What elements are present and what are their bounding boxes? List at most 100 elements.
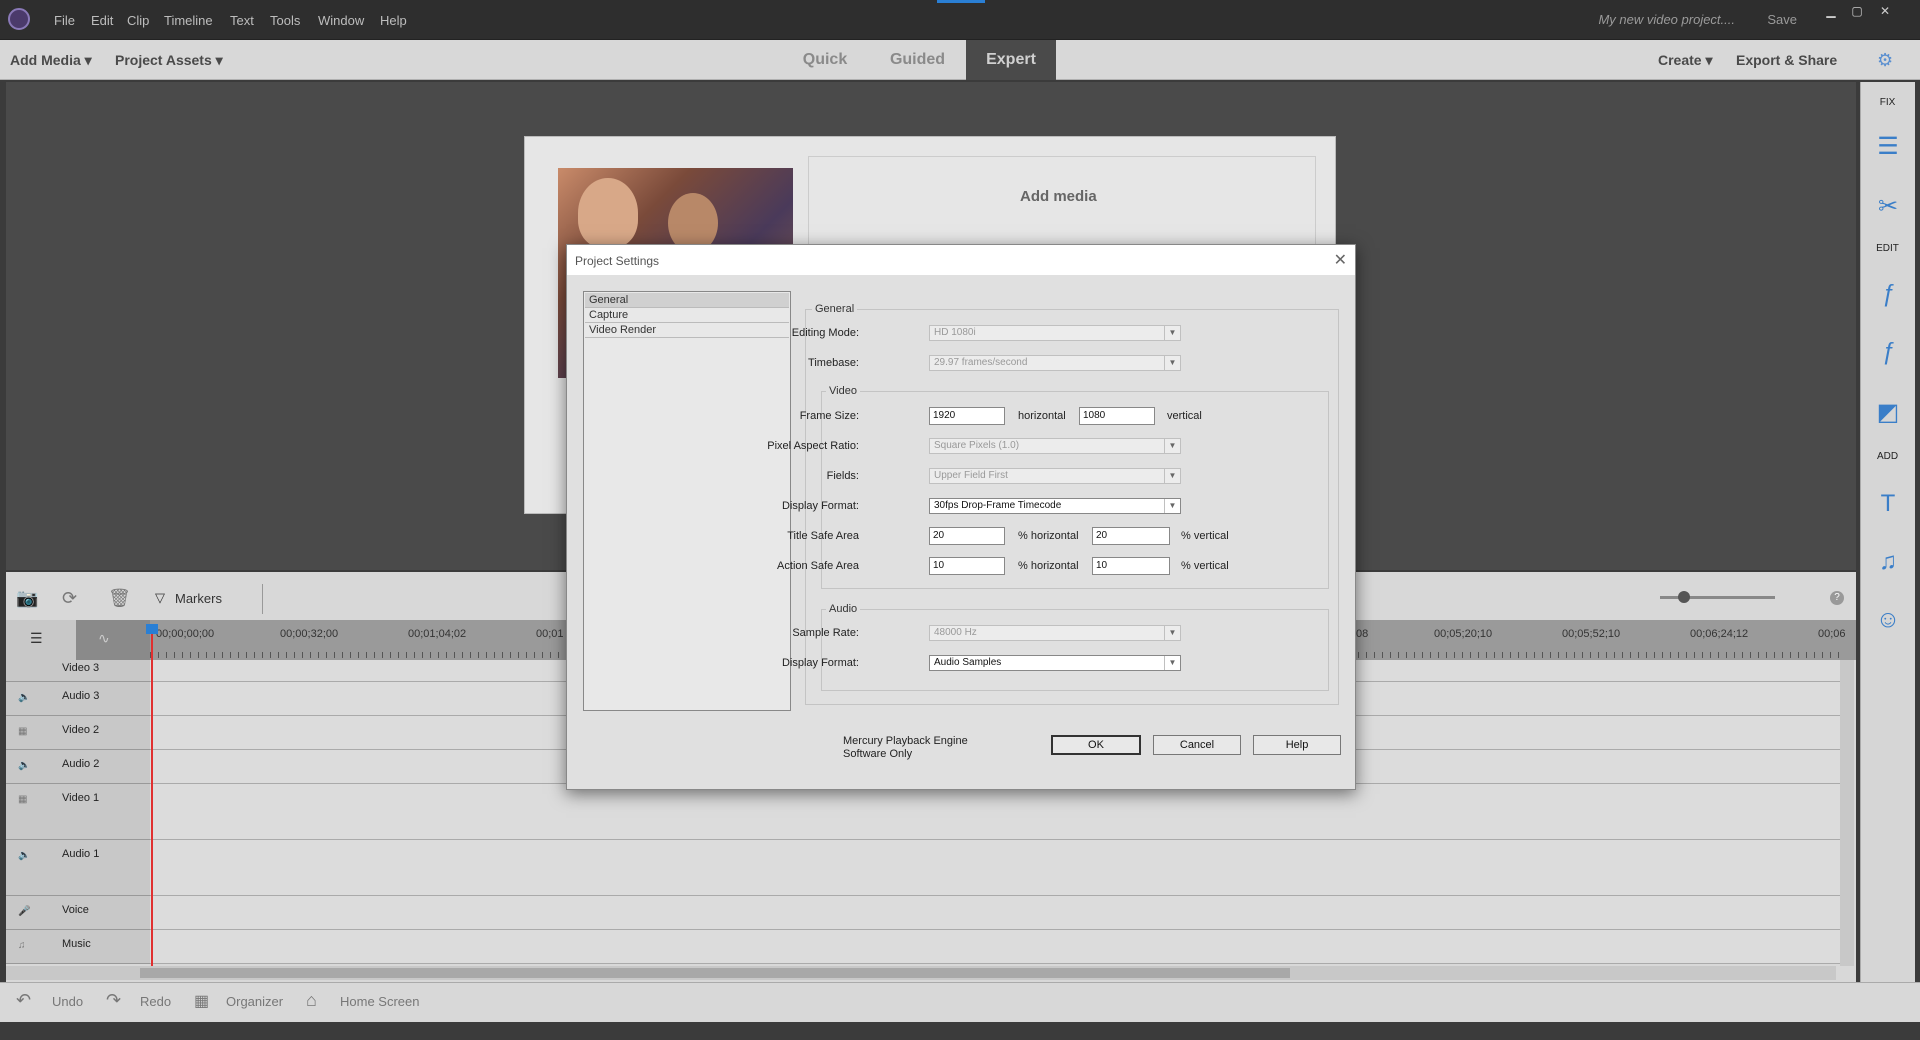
organizer-button[interactable]: Organizer	[226, 994, 283, 1009]
vertical-label: vertical	[1167, 410, 1202, 422]
playhead-handle[interactable]	[146, 624, 158, 634]
dialog-close-icon[interactable]: ✕	[1334, 250, 1347, 270]
help-icon[interactable]: ?	[1830, 591, 1844, 605]
save-button[interactable]: Save	[1767, 12, 1797, 27]
track-voice[interactable]	[150, 896, 1840, 930]
audio-display-format-dropdown[interactable]: Audio Samples ▼	[929, 655, 1181, 671]
track-audio1[interactable]	[150, 840, 1840, 896]
marker-icon: ▽	[155, 590, 165, 605]
chevron-down-icon: ▼	[1164, 499, 1180, 513]
undo-icon[interactable]: ↶	[16, 990, 31, 1011]
ruler-tick: 00;00;00;00	[156, 628, 215, 640]
create-button[interactable]: Create ▾	[1658, 52, 1713, 69]
adjust-sliders-icon[interactable]: ☰	[1874, 132, 1902, 160]
effects-icon[interactable]: ƒ	[1874, 338, 1902, 366]
redo-button[interactable]: Redo	[140, 994, 171, 1009]
title-safe-horizontal-input[interactable]: 20	[929, 527, 1005, 545]
menu-window[interactable]: Window	[318, 13, 364, 28]
action-safe-vertical-input[interactable]: 10	[1092, 557, 1170, 575]
video-display-format-dropdown[interactable]: 30fps Drop-Frame Timecode ▼	[929, 498, 1181, 514]
scrollbar-thumb[interactable]	[140, 968, 1290, 978]
track-video1[interactable]	[150, 784, 1840, 840]
help-button[interactable]: Help	[1253, 735, 1341, 755]
rotate-icon[interactable]: ⟳	[62, 588, 77, 609]
title-safe-vertical-input[interactable]: 20	[1092, 527, 1170, 545]
markers-dropdown[interactable]: Markers	[175, 591, 222, 606]
action-safe-horizontal-input[interactable]: 10	[929, 557, 1005, 575]
toolbar-divider	[262, 584, 263, 614]
track-music[interactable]	[150, 930, 1840, 964]
graphics-icon[interactable]: ☺	[1874, 606, 1902, 634]
maximize-button[interactable]: ▢	[1846, 3, 1868, 19]
menu-help[interactable]: Help	[380, 13, 407, 28]
menu-tools[interactable]: Tools	[270, 13, 300, 28]
trash-icon[interactable]: 🗑	[108, 588, 131, 609]
transitions-icon[interactable]: ◩	[1874, 398, 1902, 426]
titles-icon[interactable]: T	[1874, 490, 1902, 518]
frame-size-label: Frame Size:	[799, 410, 859, 422]
minimize-button[interactable]: ▁	[1820, 3, 1842, 19]
playhead[interactable]	[151, 628, 153, 968]
editing-mode-dropdown[interactable]: HD 1080i ▼	[929, 325, 1181, 341]
track-header-audio3[interactable]: 🔈 Audio 3	[6, 682, 150, 716]
audio-group-label: Audio	[826, 603, 861, 615]
film-icon: ▦	[18, 726, 28, 737]
dialog-titlebar	[567, 245, 1355, 275]
fields-dropdown[interactable]: Upper Field First ▼	[929, 468, 1181, 484]
track-header-video3[interactable]: Video 3	[6, 660, 150, 682]
track-options-icon[interactable]: ☰	[30, 630, 43, 647]
pct-vertical-label: % vertical	[1181, 560, 1229, 572]
dialog-title: Project Settings	[575, 254, 660, 268]
audio-waveform-toggle[interactable]	[76, 620, 150, 660]
export-share-button[interactable]: Export & Share	[1736, 52, 1837, 68]
add-media-label: Add Media	[10, 52, 81, 68]
ruler-tick: 00;05;52;10	[1562, 628, 1621, 640]
ok-button[interactable]: OK	[1051, 735, 1141, 755]
nav-item-general[interactable]: General	[585, 293, 789, 308]
app-logo-icon[interactable]	[8, 8, 30, 30]
cancel-button[interactable]: Cancel	[1153, 735, 1241, 755]
menu-clip[interactable]: Clip	[127, 13, 149, 28]
zoom-slider-handle[interactable]	[1678, 591, 1690, 603]
speaker-icon: 🔈	[18, 760, 31, 771]
track-name: Video 2	[62, 724, 100, 736]
redo-icon[interactable]: ↷	[106, 990, 121, 1011]
pixel-aspect-ratio-dropdown[interactable]: Square Pixels (1.0) ▼	[929, 438, 1181, 454]
close-window-button[interactable]: ✕	[1874, 3, 1896, 19]
tab-guided[interactable]: Guided	[880, 40, 955, 80]
horizontal-label: horizontal	[1018, 410, 1066, 422]
timeline-vertical-scrollbar[interactable]	[1840, 660, 1854, 966]
settings-gear-icon[interactable]: ⚙	[1877, 50, 1897, 70]
track-header-voice[interactable]: 🎤 Voice	[6, 896, 150, 930]
menu-file[interactable]: File	[54, 13, 75, 28]
menu-edit[interactable]: Edit	[91, 13, 113, 28]
frame-width-input[interactable]: 1920	[929, 407, 1005, 425]
undo-button[interactable]: Undo	[52, 994, 83, 1009]
editing-mode-label: Editing Mode:	[791, 327, 859, 339]
timebase-dropdown[interactable]: 29.97 frames/second ▼	[929, 355, 1181, 371]
menu-text[interactable]: Text	[230, 13, 254, 28]
track-header-music[interactable]: ♫ Music	[6, 930, 150, 964]
fields-label: Fields:	[826, 470, 859, 482]
project-assets-button[interactable]: Project Assets ▾	[115, 52, 223, 69]
track-header-video2[interactable]: ▦ Video 2	[6, 716, 150, 750]
track-header-audio1[interactable]: 🔈 Audio 1	[6, 840, 150, 896]
home-screen-button[interactable]: Home Screen	[340, 994, 419, 1009]
nav-item-capture[interactable]: Capture	[585, 308, 789, 323]
camera-icon[interactable]: 📷	[16, 588, 38, 609]
track-header-video1[interactable]: ▦ Video 1	[6, 784, 150, 840]
tab-quick[interactable]: Quick	[790, 40, 860, 80]
tools-icon[interactable]: ✂	[1874, 192, 1902, 220]
tab-expert[interactable]: Expert	[966, 40, 1056, 80]
organizer-icon[interactable]: ▦	[194, 991, 209, 1011]
pixel-aspect-ratio-value: Square Pixels (1.0)	[934, 440, 1020, 451]
add-media-button[interactable]: Add Media ▾	[10, 52, 92, 69]
menu-timeline[interactable]: Timeline	[164, 13, 213, 28]
home-icon[interactable]: ⌂	[306, 990, 317, 1011]
timebase-value: 29.97 frames/second	[934, 357, 1028, 368]
sample-rate-dropdown[interactable]: 48000 Hz ▼	[929, 625, 1181, 641]
music-icon[interactable]: ♫	[1874, 548, 1902, 576]
frame-height-input[interactable]: 1080	[1079, 407, 1155, 425]
effects-edit-icon[interactable]: ƒ	[1874, 280, 1902, 308]
track-header-audio2[interactable]: 🔈 Audio 2	[6, 750, 150, 784]
